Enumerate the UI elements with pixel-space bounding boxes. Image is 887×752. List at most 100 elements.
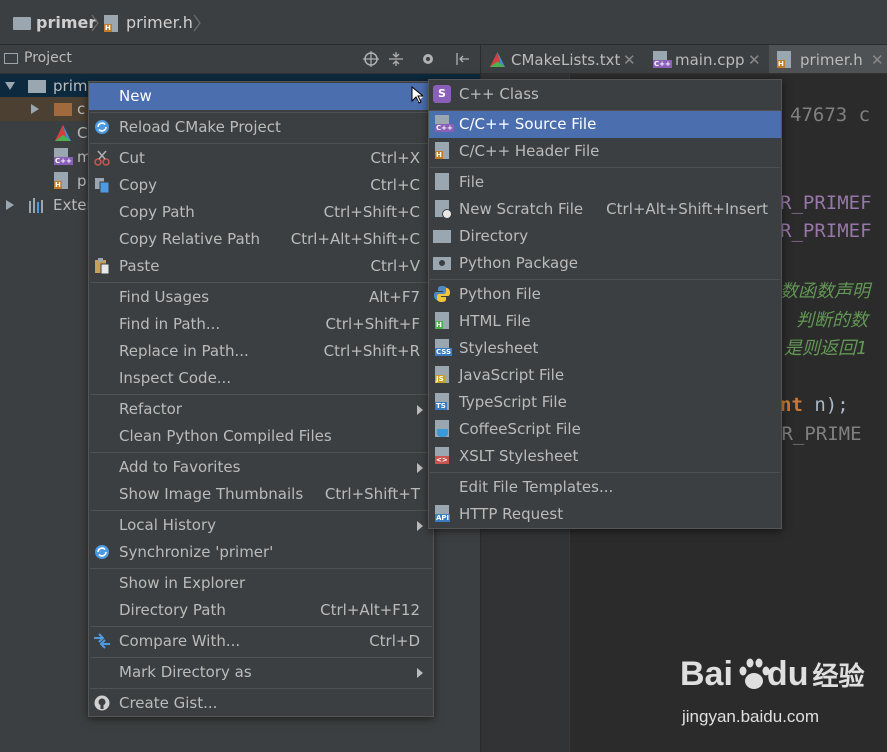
breadcrumb-file[interactable]: primer.h [126, 12, 193, 34]
menu-item-synchronize[interactable]: Synchronize 'primer' [89, 539, 433, 566]
menu-label: HTML File [459, 312, 531, 330]
menu-item-show-in-explorer[interactable]: Show in Explorer [89, 570, 433, 597]
editor-tab-bar: CMakeLists.txt ✕ C++ main.cpp ✕ H primer… [481, 45, 887, 74]
menu-item-xslt-stylesheet[interactable]: <> XSLT Stylesheet [429, 443, 781, 470]
menu-item-reload-cmake[interactable]: Reload CMake Project [89, 114, 433, 141]
menu-label: XSLT Stylesheet [459, 447, 579, 465]
menu-shortcut: Ctrl+X [370, 149, 420, 167]
header-file-icon: H [54, 172, 68, 189]
menu-label: C/C++ Source File [459, 115, 597, 133]
sync-icon [95, 545, 109, 559]
project-panel-title: Project [24, 50, 72, 66]
menu-item-find-in-path[interactable]: Find in Path... Ctrl+Shift+F [89, 311, 433, 338]
menu-label: Python File [459, 285, 541, 303]
copy-icon [95, 178, 110, 194]
menu-item-compare-with[interactable]: Compare With... Ctrl+D [89, 628, 433, 655]
menu-item-show-image-thumbnails[interactable]: Show Image Thumbnails Ctrl+Shift+T [89, 481, 433, 508]
submenu-arrow-icon [417, 521, 423, 531]
project-view-icon [4, 53, 18, 64]
menu-item-copy[interactable]: Copy Ctrl+C [89, 172, 433, 199]
paste-icon [95, 258, 110, 275]
menu-item-cut[interactable]: Cut Ctrl+X [89, 145, 433, 172]
close-tab-icon[interactable]: ✕ [871, 45, 884, 75]
tab-main-cpp[interactable]: C++ main.cpp ✕ [645, 45, 767, 73]
menu-item-directory-path[interactable]: Directory Path Ctrl+Alt+F12 [89, 597, 433, 624]
compare-icon [94, 633, 110, 649]
menu-label: File [459, 173, 485, 191]
menu-item-new-scratch-file[interactable]: New Scratch File Ctrl+Alt+Shift+Insert [429, 196, 781, 223]
submenu-arrow-icon [417, 405, 423, 415]
menu-item-directory[interactable]: Directory [429, 223, 781, 250]
cpp-file-icon: C++ [653, 51, 672, 68]
target-icon[interactable] [363, 51, 379, 67]
collapsed-arrow-icon[interactable] [5, 200, 15, 210]
menu-item-inspect-code[interactable]: Inspect Code... [89, 365, 433, 392]
tab-cmakelists[interactable]: CMakeLists.txt ✕ [481, 45, 643, 73]
menu-label: HTTP Request [459, 505, 564, 523]
cmake-icon [55, 125, 71, 141]
menu-item-python-file[interactable]: Python File [429, 281, 781, 308]
code-comment: 数函数声明 [780, 281, 870, 302]
menu-item-copy-path[interactable]: Copy Path Ctrl+Shift+C [89, 199, 433, 226]
menu-item-paste[interactable]: Paste Ctrl+V [89, 253, 433, 280]
menu-item-find-usages[interactable]: Find Usages Alt+F7 [89, 284, 433, 311]
menu-label: C++ Class [459, 85, 539, 103]
menu-label: Refactor [119, 400, 182, 418]
menu-item-cpp-header-file[interactable]: H C/C++ Header File [429, 138, 781, 165]
code-line: 是则返回1 [784, 334, 867, 360]
menu-item-mark-directory-as[interactable]: Mark Directory as [89, 659, 433, 686]
scratch-file-icon [435, 200, 452, 219]
tree-item-label: c [77, 100, 86, 118]
menu-label: Reload CMake Project [119, 118, 281, 136]
submenu-arrow-icon [417, 463, 423, 473]
close-tab-icon[interactable]: ✕ [748, 45, 761, 75]
menu-label: Copy [119, 176, 158, 194]
menu-item-new[interactable]: New [89, 83, 433, 110]
menu-item-create-gist[interactable]: Create Gist... [89, 690, 433, 717]
menu-item-http-request[interactable]: API HTTP Request [429, 501, 781, 528]
folder-icon [28, 80, 46, 93]
close-tab-icon[interactable]: ✕ [623, 45, 636, 75]
gear-icon[interactable] [420, 51, 436, 67]
breadcrumb-separator-icon [193, 14, 201, 32]
menu-item-typescript-file[interactable]: TS TypeScript File [429, 389, 781, 416]
menu-label: Show Image Thumbnails [119, 485, 304, 503]
code-text: ER_PRIME [770, 423, 862, 445]
menu-item-replace-in-path[interactable]: Replace in Path... Ctrl+Shift+R [89, 338, 433, 365]
menu-item-coffeescript-file[interactable]: CoffeeScript File [429, 416, 781, 443]
menu-shortcut: Ctrl+D [369, 632, 420, 650]
menu-item-html-file[interactable]: H HTML File [429, 308, 781, 335]
project-panel-header [0, 45, 480, 74]
collapsed-arrow-icon[interactable] [30, 104, 40, 114]
menu-item-javascript-file[interactable]: JS JavaScript File [429, 362, 781, 389]
breadcrumb-root[interactable]: primer [36, 12, 96, 34]
menu-label: Edit File Templates... [459, 478, 614, 496]
menu-label: Clean Python Compiled Files [119, 427, 332, 445]
collapse-icon[interactable] [388, 51, 404, 67]
menu-label: Paste [119, 257, 160, 275]
header-file-icon: H [777, 51, 791, 68]
menu-item-copy-relative-path[interactable]: Copy Relative Path Ctrl+Alt+Shift+C [89, 226, 433, 253]
menu-label: CoffeeScript File [459, 420, 581, 438]
menu-item-python-package[interactable]: Python Package [429, 250, 781, 277]
breadcrumb-separator-icon [91, 14, 99, 32]
tree-item-label: p [77, 172, 87, 190]
tab-primer-h[interactable]: H primer.h ✕ [769, 45, 887, 73]
menu-item-local-history[interactable]: Local History [89, 512, 433, 539]
menu-item-refactor[interactable]: Refactor [89, 396, 433, 423]
menu-item-stylesheet[interactable]: CSS Stylesheet [429, 335, 781, 362]
menu-item-clean-python[interactable]: Clean Python Compiled Files [89, 423, 433, 450]
hide-panel-icon[interactable] [455, 51, 471, 67]
menu-item-file[interactable]: File [429, 169, 781, 196]
tree-item-label: C [77, 124, 88, 142]
paw-icon [739, 658, 770, 689]
python-icon [434, 286, 450, 302]
cut-icon [94, 150, 110, 166]
menu-item-cpp-class[interactable]: S C++ Class [429, 81, 781, 108]
menu-item-edit-file-templates[interactable]: Edit File Templates... [429, 474, 781, 501]
folder-icon [54, 103, 72, 116]
menu-item-cpp-source-file[interactable]: C++ C/C++ Source File [429, 111, 781, 138]
menu-item-add-to-favorites[interactable]: Add to Favorites [89, 454, 433, 481]
expand-arrow-icon[interactable] [5, 81, 15, 91]
menu-shortcut: Ctrl+Shift+F [325, 315, 420, 333]
